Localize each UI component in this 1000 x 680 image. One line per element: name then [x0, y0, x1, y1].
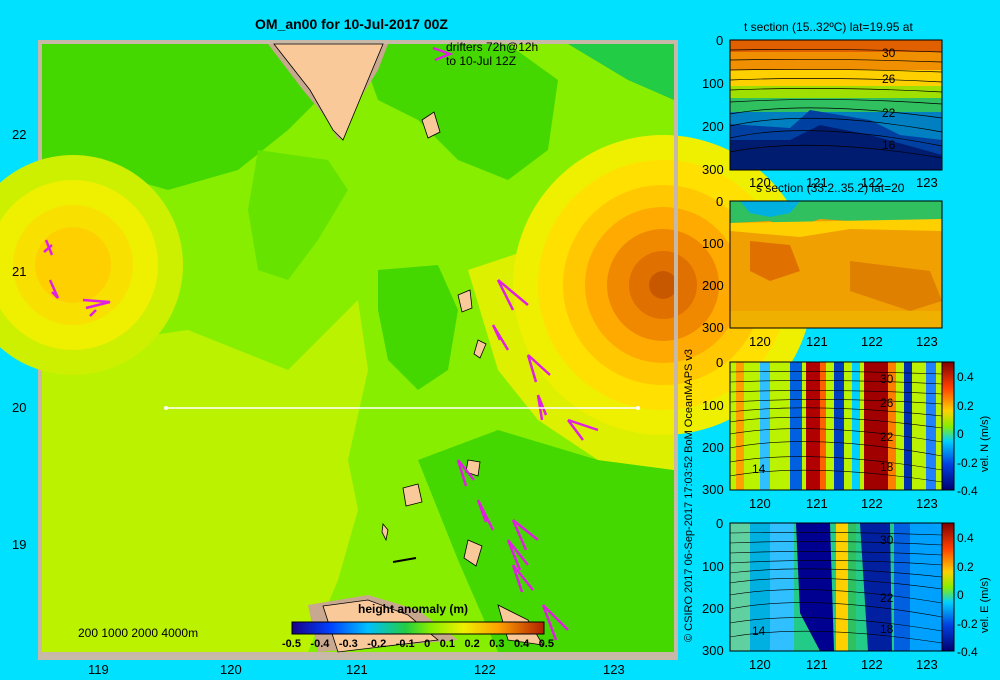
map-y-tick: 20: [12, 400, 27, 415]
map-y-tick: 21: [12, 264, 27, 279]
ve-colorbar: [941, 522, 955, 652]
ve-x-tick: 121: [806, 657, 828, 672]
s-x-tick: 122: [861, 334, 883, 349]
s-x-tick: 121: [806, 334, 828, 349]
vn-cb-tick: 0.2: [957, 399, 974, 413]
drifters-note-1: drifters 72h@12h: [446, 40, 539, 54]
t-contour-label: 22: [882, 106, 896, 120]
s-x-tick: 120: [749, 334, 771, 349]
s-y-tick: 200: [702, 278, 724, 293]
ve-cb-tick: 0.2: [957, 560, 974, 574]
t-contour-label: 30: [882, 46, 896, 60]
ve-contour-label: 30: [880, 533, 894, 547]
credit-text: © CSIRO 2017 06-Sep-2017 17:03:52 BoM Oc…: [683, 348, 695, 642]
ve-contour-label: 18: [880, 622, 894, 636]
s-y-tick: 300: [702, 320, 724, 335]
colorbar-tick: 0: [424, 638, 431, 650]
s-x-tick: 123: [916, 334, 938, 349]
s-y-tick: 100: [702, 236, 724, 251]
ve-y-tick: 100: [702, 559, 724, 574]
vn-contour-label: 30: [880, 372, 894, 386]
vn-y-tick: 200: [702, 440, 724, 455]
vn-x-tick: 120: [749, 496, 771, 511]
ve-cb-tick: 0.4: [957, 531, 974, 545]
colorbar-title: height anomaly (m): [358, 602, 469, 616]
ve-cb-tick: -0.4: [957, 645, 978, 659]
map-x-tick: 123: [603, 662, 625, 677]
map-title: OM_an00 for 10-Jul-2017 00Z: [255, 16, 448, 32]
ve-cb-tick: 0: [957, 588, 964, 602]
bathymetry-note: 200 1000 2000 4000m: [78, 626, 199, 640]
vn-contour-label: 22: [880, 430, 894, 444]
vn-x-tick: 122: [861, 496, 883, 511]
t-section-plot: [729, 39, 943, 171]
colorbar-ticks: -0.5 -0.4 -0.3 -0.2 -0.1 0 0.1 0.2 0.3 0…: [282, 638, 554, 650]
ve-contour-label: 14: [752, 624, 766, 638]
colorbar-tick: -0.5: [282, 638, 301, 650]
drifters-note-2: to 10-Jul 12Z: [446, 54, 517, 68]
vn-cb-tick: 0: [957, 427, 964, 441]
vn-cb-tick: -0.4: [957, 484, 978, 498]
colorbar-tick: 0.5: [538, 638, 554, 650]
vn-contour-label: 18: [880, 460, 894, 474]
t-x-tick: 122: [861, 175, 883, 190]
vn-y-tick: 0: [716, 355, 724, 370]
s-section-plot: [729, 200, 943, 329]
height-anomaly-colorbar: [291, 621, 545, 635]
vn-cb-label: vel. N (m/s): [979, 415, 991, 472]
t-y-tick: 100: [702, 76, 724, 91]
vn-contour-label: 26: [880, 396, 894, 410]
map-y-tick: 22: [12, 127, 27, 142]
t-contour-label: 16: [882, 138, 896, 152]
map-y-tick: 19: [12, 537, 27, 552]
ve-x-tick: 123: [916, 657, 938, 672]
vn-y-tick: 300: [702, 482, 724, 497]
ve-x-tick: 122: [861, 657, 883, 672]
colorbar-tick: 0.4: [513, 638, 530, 650]
map-x-tick: 120: [220, 662, 242, 677]
ve-cb-tick: -0.2: [957, 617, 978, 631]
colorbar-tick: -0.1: [395, 638, 415, 650]
ve-y-tick: 0: [716, 516, 724, 531]
vn-x-tick: 123: [916, 496, 938, 511]
t-section-title: t section (15..32ºC) lat=19.95 at: [744, 20, 913, 34]
colorbar-tick: 0.2: [464, 638, 480, 650]
colorbar-tick: -0.4: [310, 638, 330, 650]
vn-cb-tick: 0.4: [957, 370, 974, 384]
ve-y-tick: 200: [702, 601, 724, 616]
t-y-tick: 200: [702, 119, 724, 134]
map-x-tick: 121: [346, 662, 368, 677]
ve-cb-label: vel. E (m/s): [979, 577, 991, 633]
s-y-tick: 0: [716, 194, 724, 209]
vn-x-tick: 121: [806, 496, 828, 511]
colorbar-tick: 0.1: [439, 638, 455, 650]
vn-y-tick: 100: [702, 398, 724, 413]
height-anomaly-map: [0, 40, 813, 660]
t-y-tick: 300: [702, 162, 724, 177]
colorbar-tick: 0.3: [489, 638, 505, 650]
t-x-tick: 123: [916, 175, 938, 190]
colorbar-tick: -0.3: [338, 638, 358, 650]
t-x-tick: 120: [749, 175, 771, 190]
vn-contour-label: 14: [752, 462, 766, 476]
t-contour-label: 26: [882, 72, 896, 86]
vn-cb-tick: -0.2: [957, 456, 978, 470]
ve-x-tick: 120: [749, 657, 771, 672]
ve-y-tick: 300: [702, 643, 724, 658]
map-x-tick: 122: [474, 662, 496, 677]
map-x-tick: 119: [88, 662, 109, 677]
t-x-tick: 121: [806, 175, 828, 190]
vn-colorbar: [941, 361, 955, 491]
colorbar-tick: -0.2: [367, 638, 387, 650]
ve-contour-label: 22: [880, 591, 894, 605]
t-y-tick: 0: [716, 33, 724, 48]
